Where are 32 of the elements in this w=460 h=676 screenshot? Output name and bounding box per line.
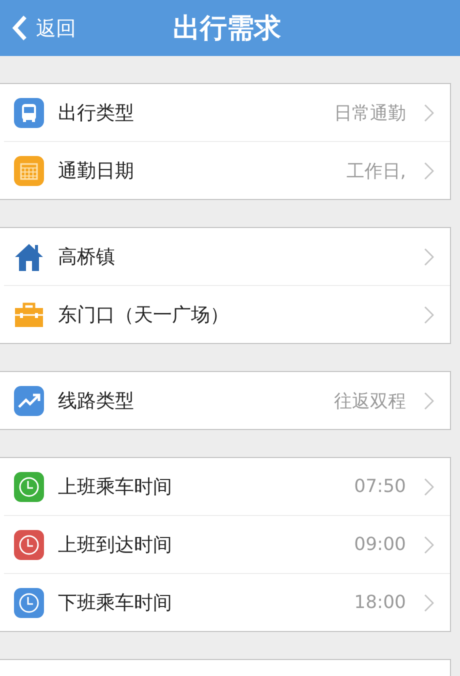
chevron-icon — [424, 306, 434, 324]
row-label: 下班乘车时间 — [58, 590, 173, 616]
chevron-icon — [424, 536, 434, 554]
chevron-icon — [424, 104, 434, 122]
settings-row[interactable]: 通勤日期 工作日, — [4, 141, 450, 199]
settings-row[interactable]: 上班乘车时间 07:50 — [4, 458, 450, 515]
row-value: 往返双程 — [334, 390, 406, 412]
row-value: 工作日, — [346, 160, 406, 182]
settings-row[interactable]: 东门口（天一广场） — [4, 285, 450, 343]
chevron-icon — [424, 162, 434, 180]
settings-row[interactable]: 线路类型 往返双程 — [4, 372, 450, 429]
chevron-icon — [424, 392, 434, 410]
row-label: 通勤日期 — [58, 158, 135, 184]
settings-row[interactable]: 下班乘车时间 18:00 — [4, 573, 450, 631]
row-label: 线路类型 — [58, 388, 135, 414]
row-value: 09:00 — [354, 534, 406, 555]
chevron-icon — [424, 478, 434, 496]
chevron-icon — [424, 594, 434, 612]
row-value: 07:50 — [354, 476, 406, 497]
chevron-icon — [424, 248, 434, 266]
row-label: 高桥镇 — [58, 244, 116, 270]
row-label: 出行类型 — [58, 100, 135, 126]
page-title: 出行需求 — [173, 12, 281, 46]
settings-row[interactable]: 出行类型 日常通勤 — [4, 84, 450, 141]
row-label: 东门口（天一广场） — [58, 302, 230, 328]
settings-row[interactable]: 高桥镇 — [4, 228, 450, 285]
row-value: 18:00 — [354, 592, 406, 613]
settings-row[interactable]: 上班到达时间 09:00 — [4, 515, 450, 573]
row-label: 上班乘车时间 — [58, 474, 173, 500]
row-label: 上班到达时间 — [58, 532, 173, 558]
back-icon — [12, 15, 28, 41]
row-value: 日常通勤 — [334, 102, 406, 124]
